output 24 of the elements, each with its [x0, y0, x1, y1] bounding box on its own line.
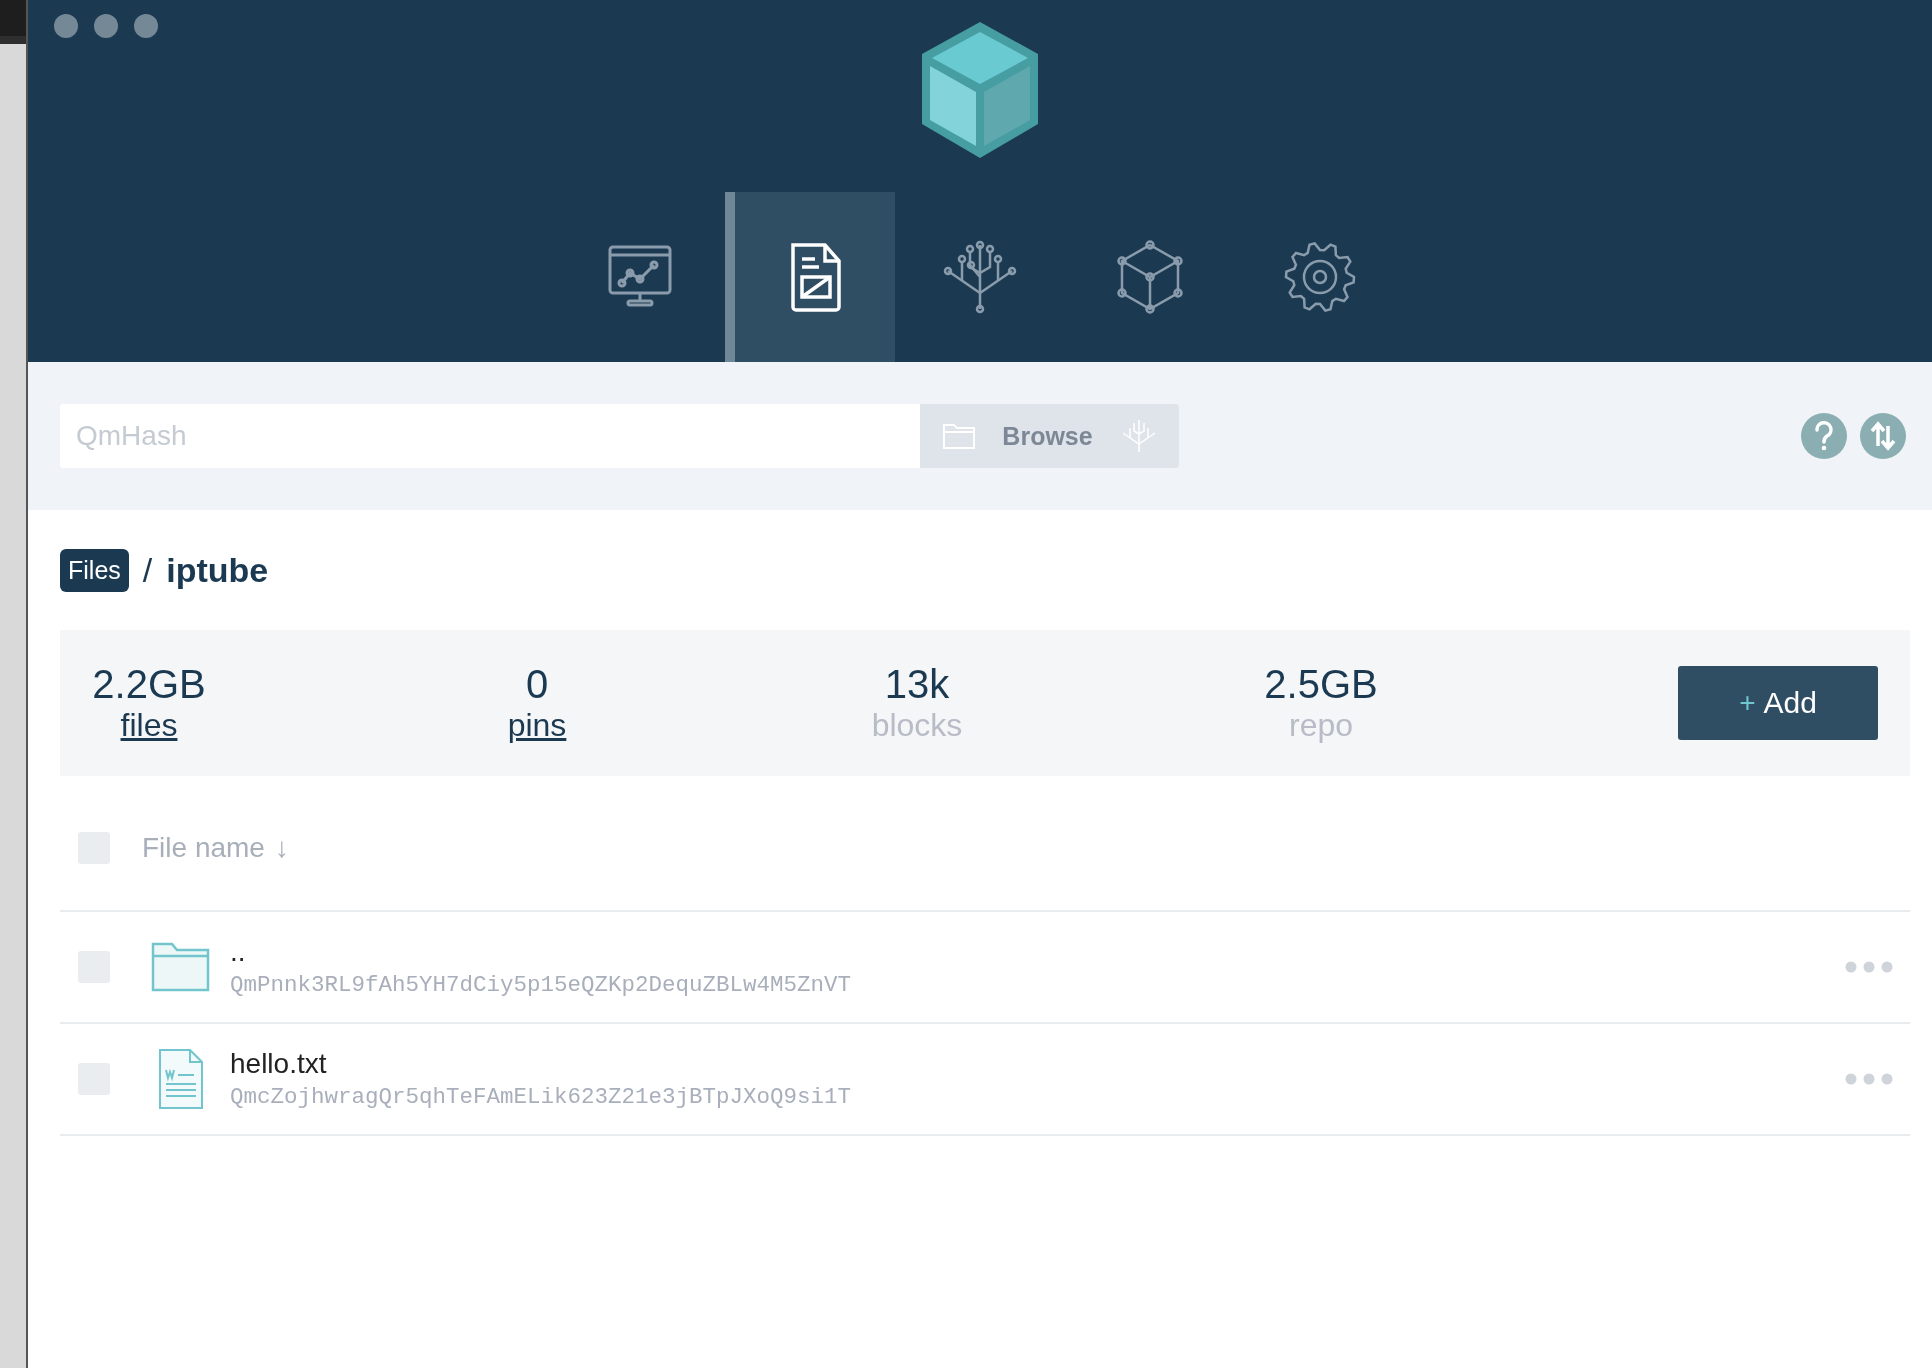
file-name[interactable]: ..	[230, 936, 852, 968]
stat-value: 2.5GB	[1264, 662, 1378, 707]
stat-value: 13k	[884, 662, 950, 707]
window-control[interactable]	[94, 14, 118, 38]
stat-label: repo	[1288, 707, 1353, 744]
hash-input[interactable]: QmHash	[60, 404, 920, 468]
stat-value: 0	[525, 662, 549, 707]
file-hash: QmPnnk3RL9fAh5YH7dCiy5p15eQZKp2DequZBLw4M5ZnVT	[230, 972, 852, 998]
file-name[interactable]: hello.txt	[230, 1048, 852, 1080]
stat-value: 2.2GB	[92, 662, 206, 707]
stat-label: blocks	[871, 707, 963, 744]
stat-link[interactable]: pins	[507, 707, 567, 744]
transfer-icon[interactable]	[1860, 413, 1906, 459]
window-control[interactable]	[54, 14, 78, 38]
help-icon[interactable]	[1801, 413, 1847, 459]
nav-tab[interactable]	[725, 192, 895, 362]
folder-icon	[942, 422, 976, 450]
stat-link[interactable]: files	[120, 707, 178, 744]
breadcrumb-current: iptube	[166, 550, 269, 590]
file-hash: QmcZojhwragQr5qhTeFAmELik623Z21e3jBTpJXoQ9si1T	[230, 1084, 852, 1110]
breadcrumb-link[interactable]: Files	[60, 548, 129, 592]
add-button[interactable]: + Add	[1678, 666, 1878, 740]
window-control[interactable]	[134, 14, 158, 38]
breadcrumb-separator: /	[142, 550, 153, 590]
